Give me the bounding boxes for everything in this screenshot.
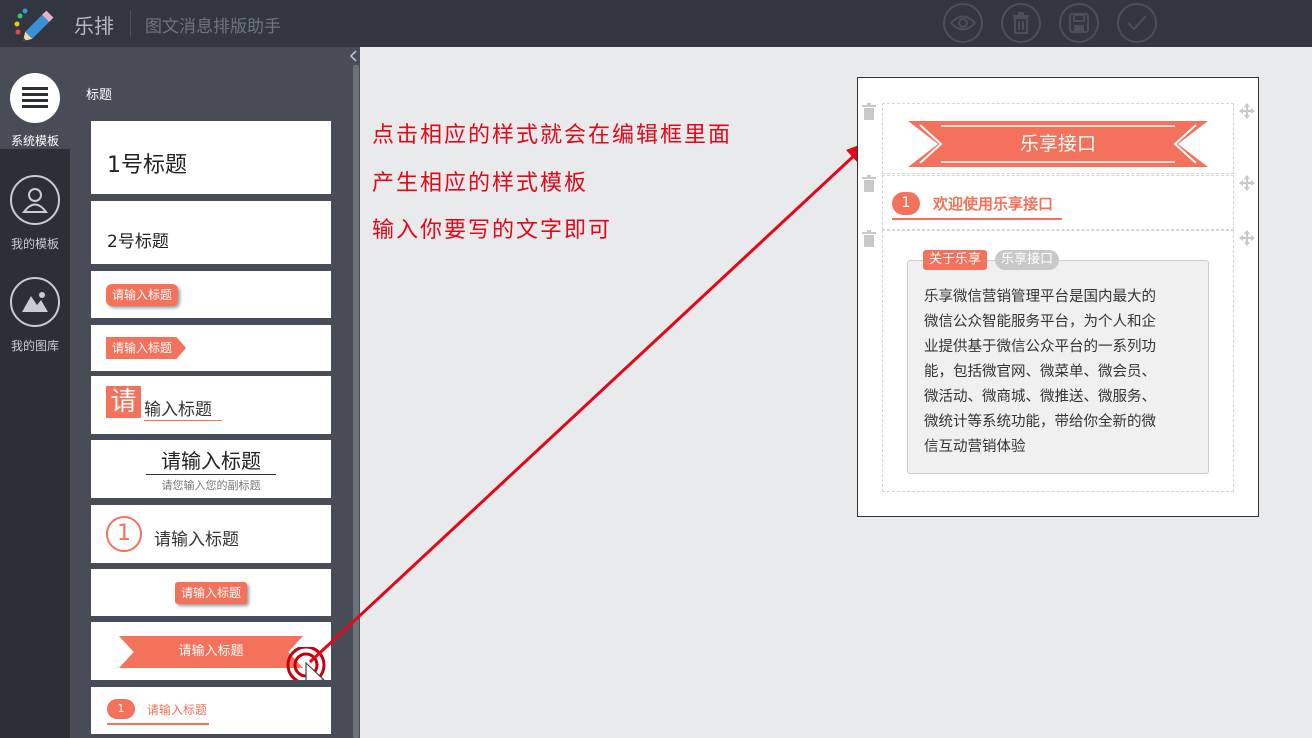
text-line: 信互动营销体验	[924, 439, 1026, 455]
text-line: 能，包括微官网、微菜单、微会员、	[924, 364, 1156, 380]
text-line: 乐享微信营销管理平台是国内最大的	[924, 289, 1156, 305]
move-block-icon[interactable]	[1239, 175, 1255, 191]
text-line: 业提供基于微信公众平台的一系列功	[924, 339, 1156, 355]
tag-secondary: 乐享接口	[995, 250, 1060, 270]
editor-block-numbered-title[interactable]: 1 欢迎使用乐享接口	[882, 175, 1234, 230]
text-box-content[interactable]: 乐享微信营销管理平台是国内最大的 微信公众智能服务平台，为个人和企 业提供基于微…	[924, 285, 1204, 460]
delete-block-icon[interactable]	[862, 175, 876, 192]
ribbon-title: 乐享接口	[1019, 133, 1096, 155]
move-block-icon[interactable]	[1239, 103, 1255, 119]
delete-block-icon[interactable]	[862, 230, 876, 247]
text-box[interactable]: 乐享微信营销管理平台是国内最大的 微信公众智能服务平台，为个人和企 业提供基于微…	[907, 260, 1209, 474]
delete-block-icon[interactable]	[862, 103, 876, 120]
text-line: 微信公众智能服务平台，为个人和企	[924, 314, 1156, 330]
title-number: 1	[892, 192, 920, 215]
editor-block-text-box[interactable]: 乐享微信营销管理平台是国内最大的 微信公众智能服务平台，为个人和企 业提供基于微…	[882, 230, 1234, 492]
tag-primary: 关于乐享	[923, 250, 988, 270]
text-line: 微活动、微商城、微推送、微服务、	[924, 389, 1156, 405]
ribbon-shape: 乐享接口	[908, 121, 1208, 167]
text-line: 微统计等系统功能，带给你全新的微	[924, 414, 1156, 430]
move-block-icon[interactable]	[1239, 230, 1255, 246]
editor-canvas[interactable]: 乐享接口 1 欢迎使用乐享接口 乐享微信营销管理平台是国内最大的 微信公众智能服…	[857, 77, 1259, 517]
title-text: 欢迎使用乐享接口	[933, 195, 1054, 213]
title-underline	[892, 218, 1062, 220]
editor-block-ribbon[interactable]: 乐享接口	[882, 103, 1234, 174]
